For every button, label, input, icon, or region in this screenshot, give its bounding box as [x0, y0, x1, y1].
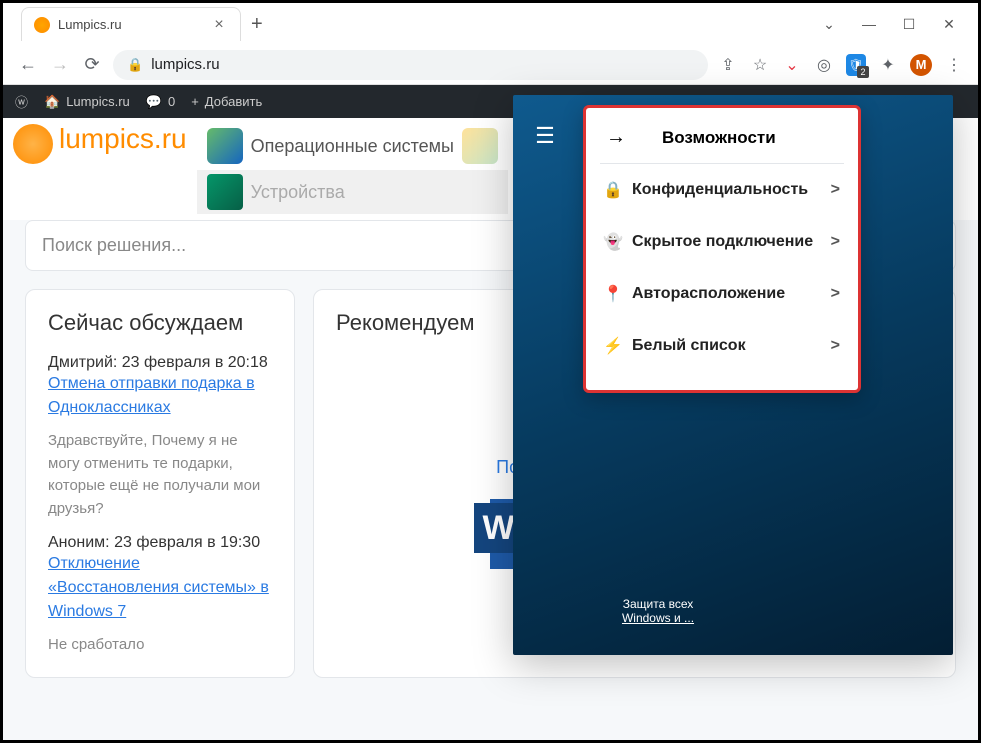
ghost-icon: 👻: [604, 233, 622, 251]
chevron-right-icon: >: [831, 337, 840, 355]
comment-1: Дмитрий: 23 февраля в 20:18 Отмена отпра…: [48, 354, 272, 520]
row-whitelist-label: Белый список: [632, 337, 746, 355]
comment-2-body: Не сработало: [48, 634, 272, 657]
chevron-right-icon: >: [831, 181, 840, 199]
tab-close-icon[interactable]: ×: [210, 16, 228, 34]
panel-title: Возможности: [662, 128, 776, 148]
window-controls: ⌄ — ☐ ✕: [822, 16, 978, 33]
comment-2: Аноним: 23 февраля в 19:30 Отключение «В…: [48, 534, 272, 657]
logo-text: lumpics.ru: [59, 124, 187, 153]
pocket-icon[interactable]: ⌄: [782, 55, 802, 75]
row-stealth[interactable]: 👻 Скрытое подключение >: [600, 216, 844, 268]
extension-icon[interactable]: ◎: [814, 55, 834, 75]
comment-1-body: Здравствуйте, Почему я не могу отменить …: [48, 430, 272, 520]
menu-icon[interactable]: ⋮: [944, 55, 964, 75]
panel-header: → Возможности: [600, 118, 844, 164]
back-button[interactable]: ←: [17, 54, 39, 75]
site-logo[interactable]: lumpics.ru: [13, 124, 187, 164]
logo-icon: [13, 124, 53, 164]
nav-os[interactable]: Операционные системы: [197, 124, 508, 168]
site-nav: Операционные системы Устройства: [197, 124, 508, 214]
url-box[interactable]: 🔒 lumpics.ru: [113, 50, 708, 80]
discuss-title: Сейчас обсуждаем: [48, 310, 272, 336]
popup-footer-1: Защита всех: [583, 597, 733, 611]
shield-extension-icon[interactable]: 🛡 2: [846, 55, 866, 75]
wp-comments-link[interactable]: 💬 0: [146, 94, 175, 110]
os-icon: [207, 128, 243, 164]
bolt-icon: ⚡: [604, 337, 622, 355]
comment-2-meta: Аноним: 23 февраля в 19:30: [48, 534, 272, 552]
comment-2-link[interactable]: Отключение «Восстановления системы» в Wi…: [48, 552, 272, 624]
chevron-right-icon: >: [831, 285, 840, 303]
os-extra-icon: [462, 128, 498, 164]
row-autolocation[interactable]: 📍 Авторасположение >: [600, 268, 844, 320]
new-tab-button[interactable]: +: [251, 13, 263, 36]
row-privacy-label: Конфиденциальность: [632, 181, 808, 199]
row-autolocation-label: Авторасположение: [632, 285, 785, 303]
window-titlebar: Lumpics.ru × + ⌄ — ☐ ✕: [3, 3, 978, 45]
popup-sidebar: ☰: [513, 95, 577, 655]
comment-1-link[interactable]: Отмена отправки подарка в Одноклассниках: [48, 372, 272, 420]
chevron-down-icon[interactable]: ⌄: [822, 16, 836, 33]
row-stealth-label: Скрытое подключение: [632, 233, 813, 251]
features-panel: → Возможности 🔒 Конфиденциальность > 👻 С…: [583, 105, 861, 393]
wp-add-link[interactable]: + Добавить: [191, 94, 262, 109]
wp-comment-count: 0: [168, 94, 175, 109]
toolbar-icons: ⇪ ☆ ⌄ ◎ 🛡 2 ✦ M ⋮: [718, 54, 964, 76]
url-text: lumpics.ru: [151, 56, 219, 73]
shield-badge: 2: [857, 66, 869, 78]
row-whitelist[interactable]: ⚡ Белый список >: [600, 320, 844, 372]
comment-1-meta: Дмитрий: 23 февраля в 20:18: [48, 354, 272, 372]
profile-avatar[interactable]: M: [910, 54, 932, 76]
tab-title: Lumpics.ru: [58, 17, 202, 32]
wp-logo-icon[interactable]: ⓦ: [15, 92, 28, 111]
browser-tab[interactable]: Lumpics.ru ×: [21, 7, 241, 41]
wp-add-label: Добавить: [205, 94, 262, 109]
card-discuss: Сейчас обсуждаем Дмитрий: 23 февраля в 2…: [25, 289, 295, 678]
pin-icon: 📍: [604, 285, 622, 303]
nav-devices[interactable]: Устройства: [197, 170, 508, 214]
devices-icon: [207, 174, 243, 210]
hamburger-icon[interactable]: ☰: [535, 123, 555, 149]
minimize-icon[interactable]: —: [862, 16, 876, 33]
bookmark-icon[interactable]: ☆: [750, 55, 770, 75]
lock-icon: 🔒: [127, 57, 143, 73]
chevron-right-icon: >: [831, 233, 840, 251]
tab-favicon: [34, 17, 50, 33]
back-arrow-icon[interactable]: →: [606, 126, 626, 149]
nav-devices-label: Устройства: [251, 182, 345, 203]
extension-popup: ☰ → Возможности 🔒 Конфиденциальность > 👻…: [513, 95, 953, 655]
extensions-puzzle-icon[interactable]: ✦: [878, 55, 898, 75]
share-icon[interactable]: ⇪: [718, 55, 738, 75]
popup-footer: Защита всех Windows и ...: [583, 597, 733, 625]
nav-os-label: Операционные системы: [251, 136, 454, 157]
maximize-icon[interactable]: ☐: [902, 16, 916, 33]
close-icon[interactable]: ✕: [942, 16, 956, 33]
lock-icon: 🔒: [604, 181, 622, 199]
row-privacy[interactable]: 🔒 Конфиденциальность >: [600, 164, 844, 216]
popup-footer-link[interactable]: Windows и ...: [622, 611, 694, 625]
wp-site-link[interactable]: 🏠 Lumpics.ru: [44, 94, 130, 110]
reload-button[interactable]: ⟳: [81, 54, 103, 75]
address-bar: ← → ⟳ 🔒 lumpics.ru ⇪ ☆ ⌄ ◎ 🛡 2 ✦ M ⋮: [3, 45, 978, 85]
wp-site-label: Lumpics.ru: [66, 94, 130, 109]
forward-button: →: [49, 54, 71, 75]
